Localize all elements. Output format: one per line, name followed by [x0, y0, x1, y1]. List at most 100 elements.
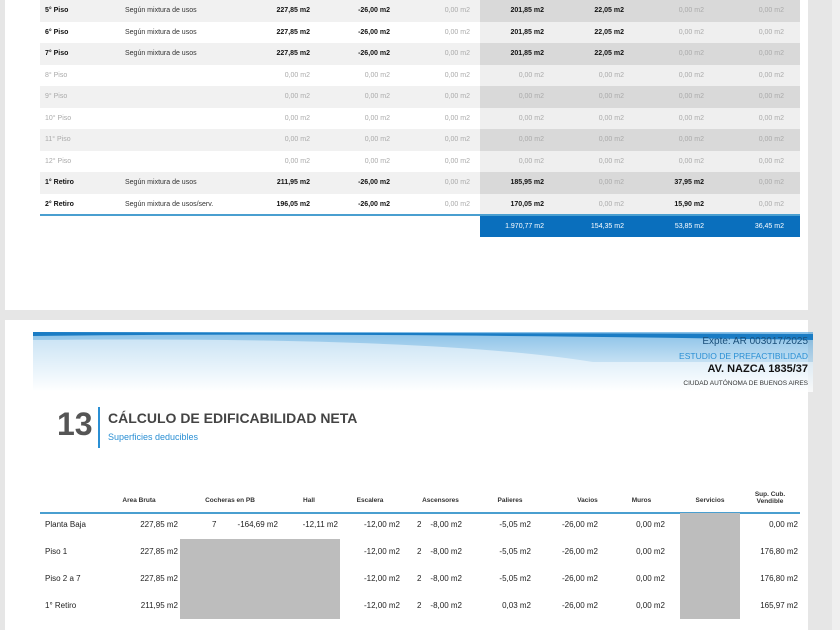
cell-area: 211,95 m2: [140, 601, 178, 610]
cell-value: 201,85 m2: [510, 28, 544, 36]
table-row: 11° Piso 0,00 m2 0,00 m2 0,00 m2 0,00 m2 0,00…: [40, 129, 800, 151]
row-label: 5° Piso: [45, 7, 69, 14]
row-label: 12° Piso: [45, 157, 72, 165]
cell-value: 0,00 m2: [518, 157, 544, 165]
cell-value: 0,00 m2: [758, 136, 784, 143]
cell-value: 227,85 m2: [276, 7, 310, 14]
cell-value: 0,00 m2: [444, 71, 470, 79]
scrollbar-track[interactable]: [832, 0, 840, 630]
table-row: 2° Retiro Según mixtura de usos/serv. 196,…: [40, 193, 800, 215]
cell-value: -26,00 m2: [358, 50, 390, 57]
cell-value: 0,00 m2: [598, 71, 624, 79]
cell-value: 0,00 m2: [758, 71, 784, 79]
table-row: 6° Piso Según mixtura de usos 227,85 m2 -26…: [40, 21, 800, 43]
cell-value: 0,00 m2: [444, 50, 470, 57]
total-3: 53,85 m2: [674, 223, 704, 230]
cell-pal: -5,05 m2: [499, 520, 531, 529]
cell-value: -26,00 m2: [358, 7, 390, 14]
table-row: 8° Piso 0,00 m2 0,00 m2 0,00 m2 0,00 m2 0,00 …: [40, 64, 800, 86]
cell-value: 0,00 m2: [444, 28, 470, 36]
cell-sup: 176,80 m2: [760, 547, 798, 556]
col-hall: Hall: [303, 497, 315, 504]
cell-vac: -26,00 m2: [561, 520, 598, 529]
cell-asc: -8,00 m2: [430, 520, 462, 529]
cell-value: 0,00 m2: [284, 114, 310, 122]
table-row: Piso 2 a 7 227,85 m2 -12,00 m2 2 -8,00 m2 -5,…: [40, 569, 805, 589]
table-row: Piso 1 227,85 m2 -12,00 m2 2 -8,00 m2 -5,05 m…: [40, 542, 805, 562]
total-4: 36,45 m2: [754, 223, 784, 230]
total-1: 1.970,77 m2: [505, 223, 544, 230]
cell-mur: 0,00 m2: [636, 601, 665, 610]
cell-area: 227,85 m2: [140, 574, 178, 583]
row-label: 2° Retiro: [45, 200, 74, 208]
address: AV. NAZCA 1835/37: [707, 363, 808, 375]
col-escalera: Escalera: [356, 497, 384, 504]
cell-vac: -26,00 m2: [561, 574, 598, 583]
row-label: 9° Piso: [45, 93, 68, 100]
cell-value: 0,00 m2: [678, 71, 704, 79]
row-label: 1° Retiro: [45, 179, 74, 186]
cell-label: Piso 2 a 7: [45, 574, 81, 583]
cell-area: 227,85 m2: [140, 547, 178, 556]
cell-vac: -26,00 m2: [561, 601, 598, 610]
cell-label: Planta Baja: [45, 520, 86, 529]
col-sup-cub: Sup. Cub. Vendible: [745, 491, 795, 505]
cell-value: 0,00 m2: [758, 179, 784, 186]
cell-value: 0,00 m2: [678, 114, 704, 122]
row-description: Según mixtura de usos: [125, 50, 197, 57]
cell-hall: -12,11 m2: [302, 520, 338, 529]
section-subtitle: Superficies deducibles: [108, 432, 199, 442]
cell-label: Piso 1: [45, 547, 68, 556]
cell-value: 0,00 m2: [284, 157, 310, 165]
cell-value: 0,00 m2: [444, 136, 470, 143]
study-title: ESTUDIO DE PREFACTIBILIDAD: [679, 351, 808, 361]
cell-esc: -12,00 m2: [363, 601, 400, 610]
cell-value: 0,00 m2: [758, 200, 784, 208]
cell-coch-n: 7: [212, 520, 217, 529]
cell-asc: -8,00 m2: [430, 601, 462, 610]
cell-value: 170,05 m2: [510, 200, 544, 208]
cell-value: 0,00 m2: [758, 114, 784, 122]
cell-value: 0,00 m2: [364, 114, 390, 122]
cell-mur: 0,00 m2: [636, 574, 665, 583]
cell-pal: -5,05 m2: [499, 547, 531, 556]
page-top: 5° Piso Según mixtura de usos 227,85 m2 -26…: [5, 0, 808, 310]
row-label: 6° Piso: [45, 28, 69, 36]
col-servicios: Servicios: [695, 497, 725, 504]
cell-value: 0,00 m2: [678, 28, 704, 36]
col-ascensores: Ascensores: [422, 497, 459, 504]
section-title: CÁLCULO DE EDIFICABILIDAD NETA: [108, 410, 358, 426]
table-row: 10° Piso 0,00 m2 0,00 m2 0,00 m2 0,00 m2 0,00…: [40, 107, 800, 129]
cell-value: 0,00 m2: [518, 93, 544, 100]
cell-value: 0,00 m2: [364, 157, 390, 165]
expte-number: Expte: AR 003017/2025: [702, 336, 808, 347]
cell-label: 1° Retiro: [45, 601, 77, 610]
cell-value: 201,85 m2: [510, 50, 544, 57]
row-label: 8° Piso: [45, 71, 68, 79]
table-row: 5° Piso Según mixtura de usos 227,85 m2 -26…: [40, 0, 800, 22]
cell-asc: -8,00 m2: [430, 574, 462, 583]
cell-value: 22,05 m2: [594, 50, 624, 57]
cell-esc: -12,00 m2: [363, 520, 400, 529]
cell-area: 227,85 m2: [140, 520, 178, 529]
cell-value: 0,00 m2: [678, 93, 704, 100]
row-description: Según mixtura de usos: [125, 28, 197, 36]
cell-value: 211,95 m2: [276, 179, 310, 186]
cell-value: 0,00 m2: [518, 114, 544, 122]
table-row: 12° Piso 0,00 m2 0,00 m2 0,00 m2 0,00 m2 0,00…: [40, 150, 800, 172]
cell-value: 0,00 m2: [444, 157, 470, 165]
row-description: Según mixtura de usos/serv.: [125, 200, 214, 208]
cell-asc: -8,00 m2: [430, 547, 462, 556]
cell-esc: -12,00 m2: [363, 574, 400, 583]
cell-value: 0,00 m2: [758, 7, 784, 14]
cell-value: 227,85 m2: [276, 50, 310, 57]
col-sup-cub-line1: Sup. Cub.: [754, 491, 786, 498]
table-row: Planta Baja 227,85 m2 7 -164,69 m2 -12,11 m2…: [40, 515, 805, 535]
cell-value: -26,00 m2: [358, 179, 390, 186]
cell-value: 0,00 m2: [758, 50, 784, 57]
cell-value: 37,95 m2: [674, 179, 704, 186]
cell-value: 0,00 m2: [678, 7, 704, 14]
city: CIUDAD AUTÓNOMA DE BUENOS AIRES: [683, 380, 808, 387]
table-row: 9° Piso 0,00 m2 0,00 m2 0,00 m2 0,00 m2 0,00 …: [40, 86, 800, 108]
cell-value: 0,00 m2: [284, 93, 310, 100]
